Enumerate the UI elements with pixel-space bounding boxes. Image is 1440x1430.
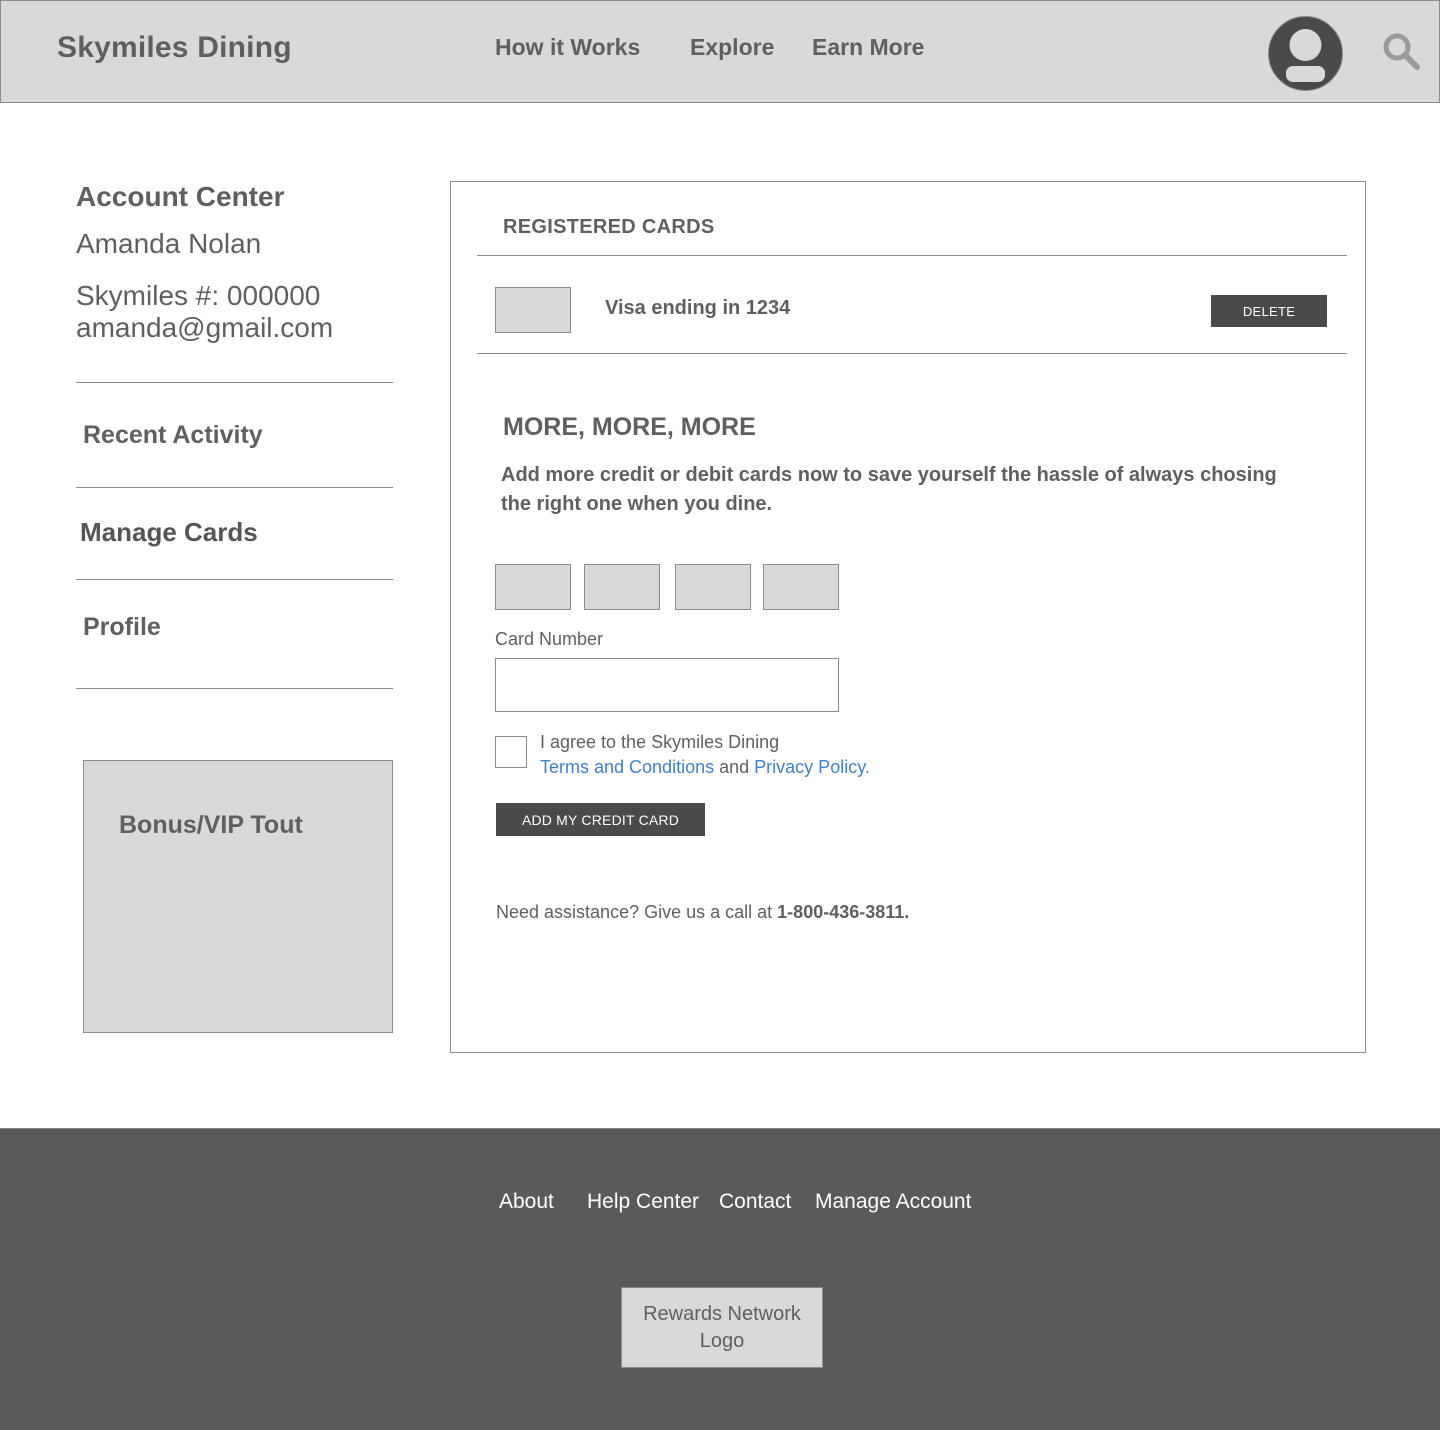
user-avatar-icon[interactable] bbox=[1267, 15, 1344, 92]
logo-placeholder-text: Rewards Network Logo bbox=[643, 1302, 801, 1352]
account-name: Amanda Nolan bbox=[76, 228, 262, 259]
rewards-network-logo[interactable]: Rewards Network Logo bbox=[621, 1287, 823, 1368]
card-type-option[interactable] bbox=[763, 564, 839, 610]
privacy-policy-link[interactable]: Privacy Policy. bbox=[754, 757, 870, 777]
agree-terms-checkbox[interactable] bbox=[495, 736, 527, 768]
footer-link-help-center[interactable]: Help Center bbox=[587, 1190, 699, 1214]
sidebar-divider bbox=[76, 579, 393, 580]
footer-link-manage-account[interactable]: Manage Account bbox=[815, 1190, 971, 1214]
nav-earn-more[interactable]: Earn More bbox=[812, 34, 924, 61]
footer-link-contact[interactable]: Contact bbox=[719, 1190, 791, 1214]
sidebar-item-profile[interactable]: Profile bbox=[83, 613, 161, 642]
sidebar-divider bbox=[76, 382, 393, 383]
sidebar-divider bbox=[76, 487, 393, 488]
agree-and: and bbox=[719, 757, 750, 777]
agree-terms-text: I agree to the Skymiles Dining Terms and… bbox=[540, 730, 870, 780]
tout-label: Bonus/VIP Tout bbox=[119, 811, 303, 839]
registered-card-label: Visa ending in 1234 bbox=[605, 297, 791, 319]
nav-how-it-works[interactable]: How it Works bbox=[495, 34, 640, 61]
card-type-option[interactable] bbox=[675, 564, 751, 610]
search-icon[interactable] bbox=[1381, 31, 1421, 71]
sidebar-item-manage-cards[interactable]: Manage Cards bbox=[80, 517, 258, 548]
add-card-title: MORE, MORE, MORE bbox=[503, 413, 756, 441]
agree-prefix: I agree to the Skymiles Dining bbox=[540, 732, 780, 752]
sidebar-divider bbox=[76, 688, 393, 689]
card-thumbnail bbox=[495, 287, 571, 333]
card-type-option[interactable] bbox=[584, 564, 660, 610]
skymiles-number: Skymiles #: 000000 bbox=[76, 280, 321, 311]
assistance-phone[interactable]: 1-800-436-3811. bbox=[777, 902, 909, 922]
brand-logo[interactable]: Skymiles Dining bbox=[57, 31, 292, 65]
add-card-description: Add more credit or debit cards now to sa… bbox=[501, 464, 1277, 515]
card-number-input[interactable] bbox=[495, 658, 839, 712]
footer-link-about[interactable]: About bbox=[499, 1190, 554, 1214]
section-divider bbox=[477, 353, 1347, 354]
terms-and-conditions-link[interactable]: Terms and Conditions bbox=[540, 757, 714, 777]
delete-card-button[interactable]: DELETE bbox=[1211, 295, 1327, 327]
account-center-title: Account Center bbox=[76, 181, 285, 212]
account-email: amanda@gmail.com bbox=[76, 312, 334, 343]
assistance-prefix: Need assistance? Give us a call at bbox=[496, 902, 773, 922]
page-footer: About Help Center Contact Manage Account… bbox=[0, 1128, 1440, 1430]
card-number-label: Card Number bbox=[495, 629, 604, 649]
sidebar-item-recent-activity[interactable]: Recent Activity bbox=[83, 421, 263, 450]
bonus-vip-tout[interactable]: Bonus/VIP Tout bbox=[83, 760, 393, 1033]
top-header: Skymiles Dining How it Works Explore Ear… bbox=[0, 0, 1440, 103]
section-divider bbox=[477, 255, 1347, 256]
card-type-option[interactable] bbox=[495, 564, 571, 610]
manage-cards-panel: REGISTERED CARDS Visa ending in 1234 DEL… bbox=[450, 181, 1366, 1053]
assistance-text: Need assistance? Give us a call at 1-800… bbox=[496, 902, 909, 923]
nav-explore[interactable]: Explore bbox=[690, 34, 774, 61]
add-credit-card-button[interactable]: ADD MY CREDIT CARD bbox=[496, 803, 705, 836]
registered-cards-title: REGISTERED CARDS bbox=[503, 216, 715, 238]
